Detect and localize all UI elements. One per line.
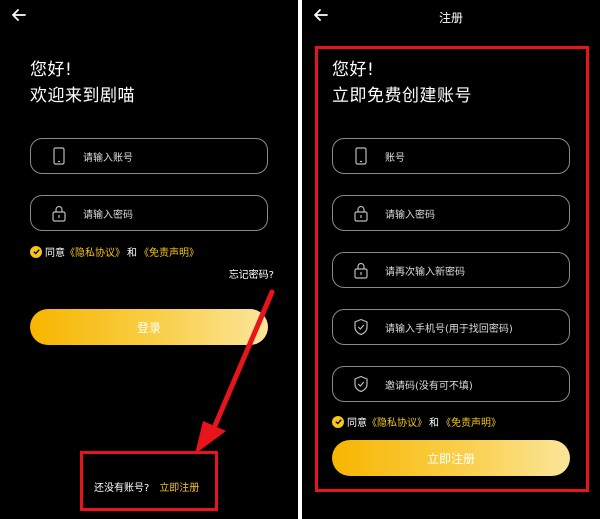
- agree-checkbox[interactable]: [30, 245, 42, 258]
- greeting-hello: 您好!: [30, 60, 73, 80]
- phone-icon: [53, 147, 65, 165]
- login-topbar: [0, 0, 298, 34]
- check-icon: [32, 249, 40, 255]
- forgot-password-link[interactable]: 忘记密码?: [229, 266, 274, 281]
- register-topbar: 注册: [302, 0, 600, 34]
- and-text: 和: [127, 248, 137, 259]
- page-title: 注册: [438, 11, 463, 25]
- account-field[interactable]: 请输入账号: [30, 138, 268, 174]
- back-arrow-icon[interactable]: [9, 5, 29, 25]
- agree-prefix: 同意: [45, 248, 65, 259]
- password-field[interactable]: 请输入密码: [30, 195, 268, 231]
- lock-icon: [52, 205, 66, 222]
- privacy-link[interactable]: 《隐私协议》: [65, 244, 125, 259]
- agreement-row: 同意 《隐私协议》 和 《免责声明》: [30, 244, 199, 259]
- login-button[interactable]: 登录: [30, 309, 268, 345]
- greeting-welcome: 欢迎来到剧喵: [30, 86, 135, 106]
- annotation-box-register-form: [315, 46, 589, 492]
- account-placeholder: 请输入账号: [83, 153, 133, 164]
- login-screen: 您好! 欢迎来到剧喵 请输入账号 请输入密码 同意 《隐私协议》 和 《免责声明…: [0, 0, 298, 519]
- disclaimer-link[interactable]: 《免责声明》: [139, 244, 199, 259]
- annotation-box-register-link: [80, 451, 218, 511]
- password-placeholder: 请输入密码: [83, 210, 133, 221]
